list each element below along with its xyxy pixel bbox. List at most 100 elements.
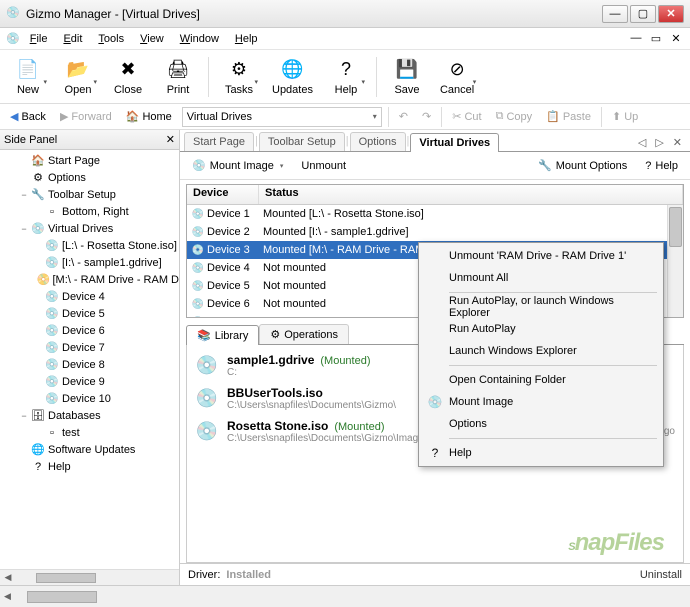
tree-node[interactable]: 🏠Start Page	[0, 152, 179, 169]
print-button[interactable]: 🖨Print	[156, 53, 200, 101]
home-icon: 🏠	[126, 110, 140, 123]
tree-node[interactable]: 💿[L:\ - Rosetta Stone.iso]	[0, 237, 179, 254]
tree-node[interactable]: 💿Device 10	[0, 390, 179, 407]
redo-button[interactable]: ↷	[418, 108, 435, 125]
tree-node[interactable]: 💿Device 7	[0, 339, 179, 356]
cancel-button[interactable]: ⊘Cancel▾	[435, 53, 479, 101]
tree-node[interactable]: 💿[I:\ - sample1.gdrive]	[0, 254, 179, 271]
tab-close[interactable]: ✕	[669, 134, 686, 151]
tree-node[interactable]: −🗄Databases	[0, 407, 179, 424]
menu-help[interactable]: Help	[229, 31, 264, 47]
tree-node[interactable]: ▫Bottom, Right	[0, 203, 179, 220]
mount-image-button[interactable]: 💿Mount Image▾	[188, 157, 287, 174]
col-status[interactable]: Status	[259, 185, 683, 204]
tree-node[interactable]: ▫test	[0, 424, 179, 441]
menu-window[interactable]: Window	[174, 31, 225, 47]
table-row[interactable]: 💿Device 1Mounted [L:\ - Rosetta Stone.is…	[187, 205, 683, 223]
help-button[interactable]: ?Help	[641, 158, 682, 174]
tree-twisty[interactable]: −	[18, 224, 30, 234]
up-button[interactable]: ⬆Up	[608, 108, 642, 125]
menu-view[interactable]: View	[134, 31, 170, 47]
tree-node[interactable]: ⚙Options	[0, 169, 179, 186]
tasks-icon: ⚙	[227, 58, 251, 82]
address-bar[interactable]: Virtual Drives▾	[182, 107, 382, 127]
side-panel-hscroll[interactable]: ◀	[0, 569, 179, 585]
ctx-item[interactable]: Unmount All	[421, 267, 661, 289]
tree-node[interactable]: −🔧Toolbar Setup	[0, 186, 179, 203]
unmount-button[interactable]: Unmount	[297, 158, 350, 174]
tree-node[interactable]: 📀[M:\ - RAM Drive - RAM D	[0, 271, 179, 288]
new-icon: 📄	[16, 58, 40, 82]
copy-button[interactable]: ⧉Copy	[492, 108, 537, 125]
tree-node[interactable]: 💿Device 9	[0, 373, 179, 390]
home-button[interactable]: 🏠Home	[122, 108, 176, 125]
menu-tools[interactable]: Tools	[92, 31, 130, 47]
tab-next[interactable]: ▷	[651, 134, 667, 151]
tree-icon: 💿	[44, 238, 60, 254]
ctx-item[interactable]: Open Containing Folder	[421, 369, 661, 391]
tree-icon: 💿	[44, 255, 60, 271]
tab-virtual-drives[interactable]: Virtual Drives	[410, 133, 499, 152]
save-button[interactable]: 💾Save	[385, 53, 429, 101]
menu-edit[interactable]: Edit	[57, 31, 88, 47]
updates-button[interactable]: 🌐Updates	[267, 53, 318, 101]
maximize-button[interactable]: ▢	[630, 5, 656, 23]
cut-button[interactable]: ✂Cut	[448, 108, 485, 125]
tree-twisty[interactable]: −	[18, 190, 30, 200]
table-row[interactable]: 💿Device 2Mounted [I:\ - sample1.gdrive]	[187, 223, 683, 241]
menu-file[interactable]: FFileile	[24, 31, 54, 47]
window-hscroll[interactable]: ◀	[0, 585, 690, 607]
new-button[interactable]: 📄New▾	[6, 53, 50, 101]
close-button[interactable]: ✕	[658, 5, 684, 23]
tree-label: Toolbar Setup	[48, 189, 116, 201]
mdi-close-button[interactable]: ✕	[668, 32, 684, 45]
ctx-item[interactable]: Launch Windows Explorer	[421, 340, 661, 362]
tab-library[interactable]: 📚Library	[186, 325, 259, 345]
mdi-minimize-button[interactable]: —	[628, 32, 644, 45]
tab-toolbar-setup[interactable]: Toolbar Setup	[259, 132, 345, 151]
tab-prev[interactable]: ◁	[634, 134, 650, 151]
document-tabs: Start Page|Toolbar Setup|Options|Virtual…	[180, 130, 690, 152]
close-button-tb[interactable]: ✖Close	[106, 53, 150, 101]
tree-node[interactable]: ?Help	[0, 458, 179, 475]
ctx-item[interactable]: 💿 Mount Image	[421, 391, 661, 413]
side-panel-title: Side Panel	[4, 134, 57, 146]
tree-node[interactable]: 💿Device 4	[0, 288, 179, 305]
back-button[interactable]: ◀Back	[6, 108, 50, 125]
tree-node[interactable]: 💿Device 6	[0, 322, 179, 339]
ctx-item[interactable]: Unmount 'RAM Drive - RAM Drive 1'	[421, 245, 661, 267]
mdi-restore-button[interactable]: ▭	[648, 32, 664, 45]
tree-node[interactable]: 💿Device 8	[0, 356, 179, 373]
mount-options-button[interactable]: 🔧Mount Options	[534, 157, 631, 174]
tab-start-page[interactable]: Start Page	[184, 132, 254, 151]
app-menu-icon[interactable]: 💿	[6, 32, 20, 45]
tasks-button[interactable]: ⚙Tasks▾	[217, 53, 261, 101]
help-button-tb[interactable]: ?Help▾	[324, 53, 368, 101]
ctx-icon: 💿	[427, 395, 443, 409]
tab-options[interactable]: Options	[350, 132, 406, 151]
tab-operations[interactable]: ⚙Operations	[259, 324, 349, 344]
minimize-button[interactable]: —	[602, 5, 628, 23]
tree-twisty[interactable]: −	[18, 411, 30, 421]
open-button[interactable]: 📂Open▾	[56, 53, 100, 101]
ctx-label: Mount Image	[449, 396, 513, 408]
table-vscroll[interactable]	[667, 205, 683, 317]
app-icon: 💿	[6, 6, 22, 22]
tree-view[interactable]: 🏠Start Page⚙Options−🔧Toolbar Setup▫Botto…	[0, 150, 179, 569]
tree-node[interactable]: 🌐Software Updates	[0, 441, 179, 458]
undo-button[interactable]: ↶	[395, 108, 412, 125]
uninstall-link[interactable]: Uninstall	[640, 569, 682, 581]
paste-button[interactable]: 📋Paste	[542, 108, 595, 125]
ctx-item[interactable]: Run AutoPlay	[421, 318, 661, 340]
library-name: Rosetta Stone.iso	[227, 419, 328, 433]
tree-node[interactable]: −💿Virtual Drives	[0, 220, 179, 237]
col-device[interactable]: Device	[187, 185, 259, 204]
tree-icon: 💿	[44, 323, 60, 339]
forward-button[interactable]: ▶Forward	[56, 108, 116, 125]
ctx-item[interactable]: Run AutoPlay, or launch Windows Explorer	[421, 296, 661, 318]
up-icon: ⬆	[612, 110, 621, 123]
ctx-item[interactable]: ?Help	[421, 442, 661, 464]
tree-node[interactable]: 💿Device 5	[0, 305, 179, 322]
side-panel-close-button[interactable]: ✕	[166, 133, 175, 146]
ctx-item[interactable]: Options	[421, 413, 661, 435]
